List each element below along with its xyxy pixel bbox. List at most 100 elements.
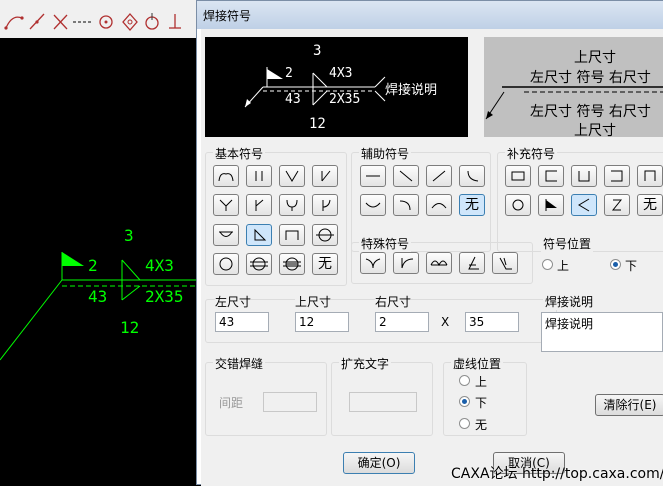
cad-lower-right-dimension: 2X35 — [145, 287, 184, 306]
preview-bottom: 12 — [309, 116, 326, 132]
spacing-input[interactable] — [263, 392, 317, 412]
symbol-preview: 3 2 4X3 43 2X35 12 焊接说明 — [205, 37, 468, 137]
cad-toolbar — [0, 0, 196, 39]
ok-button[interactable]: 确定(O) — [343, 452, 415, 474]
cad-lower-left-dimension: 43 — [88, 287, 108, 306]
symbol-square-butt[interactable] — [246, 165, 272, 187]
aux-symbol-none-button[interactable]: 无 — [459, 194, 485, 216]
supp-open-right[interactable] — [538, 165, 564, 187]
right-size-label: 右尺寸 — [375, 293, 412, 310]
preview-lower-left: 43 — [285, 92, 301, 107]
cad-toolbar-icons — [4, 13, 181, 31]
layout-legend: 上尺寸 左尺寸 符号 右尺寸 左尺寸 符号 右尺寸 上尺寸 — [484, 37, 663, 137]
anchor-tool-icon[interactable] — [169, 14, 181, 29]
supp-open-top[interactable] — [571, 165, 597, 187]
preview-top: 3 — [313, 43, 322, 59]
extended-text-title: 扩充文字 — [339, 355, 392, 372]
special-flare-overlap[interactable] — [426, 252, 452, 274]
special-flare-bevel[interactable] — [393, 252, 419, 274]
basic-symbols-title: 基本符号 — [213, 145, 266, 162]
right-size-separator: X — [441, 315, 450, 329]
symbol-v-butt[interactable] — [279, 165, 305, 187]
arc-tool-icon[interactable] — [4, 16, 24, 30]
symbol-y-butt[interactable] — [213, 194, 239, 216]
dash-up-radio[interactable] — [459, 375, 470, 386]
dialog-body: 3 2 4X3 43 2X35 12 焊接说明 上尺寸 左尺寸 符号 右尺寸 左… — [201, 29, 663, 486]
aux-concave-corner[interactable] — [459, 165, 485, 187]
symbol-plug[interactable] — [279, 224, 305, 246]
cad-drawing-canvas[interactable]: 3 2 4X3 43 2X35 12 — [0, 38, 196, 485]
legend-bottom-label: 上尺寸 — [574, 123, 616, 137]
dash-up-label: 上 — [475, 375, 488, 389]
symbol-circle[interactable] — [213, 253, 239, 275]
auxiliary-symbols-title: 辅助符号 — [359, 145, 412, 162]
extended-text-input[interactable] — [349, 392, 417, 412]
aux-diagonal-down[interactable] — [393, 165, 419, 187]
supp-arrow-left[interactable] — [571, 194, 597, 216]
aux-convex[interactable] — [426, 194, 452, 216]
clear-row-button[interactable]: 清除行(E) — [595, 394, 663, 416]
weld-symbol-dialog: 焊接符号 3 2 4X3 43 2X35 12 焊接说明 上尺寸 左尺寸 符号 … — [196, 0, 663, 486]
rotate-tool-icon[interactable] — [145, 13, 159, 30]
symbol-j-butt[interactable] — [312, 194, 338, 216]
left-size-label: 左尺寸 — [215, 293, 252, 310]
symbol-bevel-butt[interactable] — [312, 165, 338, 187]
symbol-spot[interactable] — [312, 224, 338, 246]
cad-bottom-dimension: 12 — [120, 318, 140, 337]
symbol-position-title: 符号位置 — [541, 235, 594, 252]
dash-down-label: 下 — [475, 396, 488, 410]
symbol-flanged-edge[interactable] — [213, 165, 239, 187]
special-flare-v[interactable] — [360, 252, 386, 274]
symbol-fillet[interactable] — [246, 224, 272, 246]
top-size-input[interactable]: 12 — [295, 312, 349, 332]
dialog-title: 焊接符号 — [203, 9, 252, 23]
symbol-bevel-steep[interactable] — [246, 194, 272, 216]
legend-row-lower: 左尺寸 符号 右尺寸 — [530, 104, 651, 120]
polygon-tool-icon[interactable] — [122, 13, 138, 31]
cross-tool-icon[interactable] — [53, 14, 68, 30]
circle-tool-icon[interactable] — [99, 15, 113, 29]
preview-upper-left: 2 — [285, 66, 293, 81]
supplementary-symbols-title: 补充符号 — [505, 145, 558, 162]
legend-row-upper: 左尺寸 符号 右尺寸 — [530, 70, 651, 86]
special-corner-l[interactable] — [459, 252, 485, 274]
cad-top-dimension: 3 — [124, 226, 134, 245]
legend-top-label: 上尺寸 — [574, 50, 616, 66]
dialog-titlebar[interactable]: 焊接符号 — [197, 1, 663, 29]
dash-none-label: 无 — [475, 418, 488, 432]
right-size-input-2[interactable]: 35 — [465, 312, 519, 332]
position-up-radio[interactable] — [542, 259, 553, 270]
staggered-weld-title: 交错焊缝 — [213, 355, 266, 372]
supp-open-left[interactable] — [604, 165, 630, 187]
preview-note: 焊接说明 — [385, 83, 438, 98]
aux-convex-corner[interactable] — [393, 194, 419, 216]
aux-diagonal-up[interactable] — [426, 165, 452, 187]
supp-z-line[interactable] — [604, 194, 630, 216]
right-size-input-1[interactable]: 2 — [375, 312, 429, 332]
aux-flat[interactable] — [360, 165, 386, 187]
special-corner-v[interactable] — [492, 252, 518, 274]
aux-concave[interactable] — [360, 194, 386, 216]
position-down-label: 下 — [625, 259, 638, 273]
line-tool-icon[interactable] — [29, 13, 45, 30]
supp-rect[interactable] — [505, 165, 531, 187]
symbol-u-butt[interactable] — [279, 194, 305, 216]
supp-flag[interactable] — [538, 194, 564, 216]
dash-down-radio[interactable] — [459, 396, 470, 407]
supp-circle[interactable] — [505, 194, 531, 216]
left-size-input[interactable]: 43 — [215, 312, 269, 332]
top-size-label: 上尺寸 — [295, 293, 332, 310]
position-down-radio[interactable] — [610, 259, 621, 270]
symbol-backing[interactable] — [213, 224, 239, 246]
supp-symbol-none-button[interactable]: 无 — [637, 194, 663, 216]
symbol-seam[interactable] — [246, 253, 272, 275]
position-up-label: 上 — [557, 259, 570, 273]
supp-open-bottom[interactable] — [637, 165, 663, 187]
dash-none-radio[interactable] — [459, 418, 470, 429]
weld-note-input[interactable]: 焊接说明 — [541, 312, 663, 352]
special-symbols-title: 特殊符号 — [359, 235, 412, 252]
symbol-seam-alt[interactable] — [279, 253, 305, 275]
basic-symbol-none-button[interactable]: 无 — [312, 253, 338, 275]
preview-lower-right: 2X35 — [329, 92, 361, 107]
preview-upper-right: 4X3 — [329, 66, 353, 81]
